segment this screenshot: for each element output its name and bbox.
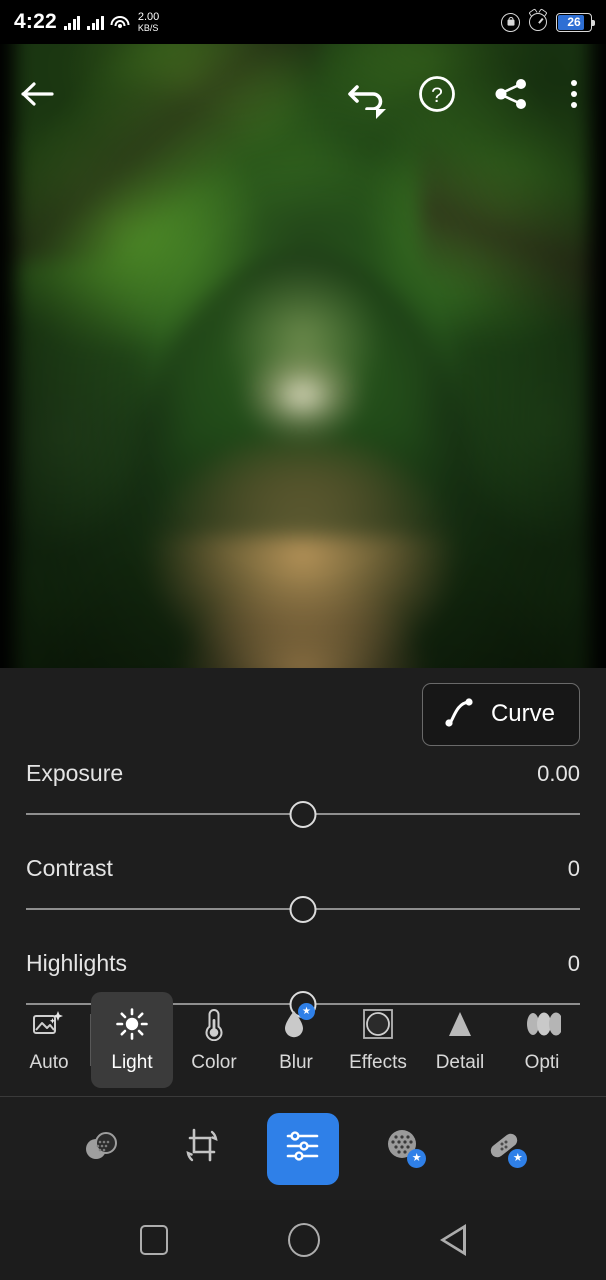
category-item-color[interactable]: Color: [173, 992, 255, 1088]
network-speed-unit: KB/S: [137, 22, 159, 33]
premium-star-badge: ★: [407, 1149, 427, 1168]
crop-icon: [182, 1126, 222, 1171]
thermometer-icon: [201, 1006, 227, 1042]
category-label: Light: [111, 1052, 153, 1073]
vignette-icon: [362, 1006, 394, 1042]
category-item-optics[interactable]: Opti: [501, 992, 583, 1088]
signal-bars-sim1-icon: [63, 15, 81, 30]
category-item-effects[interactable]: Effects: [337, 992, 419, 1088]
undo-icon[interactable]: [344, 71, 390, 119]
curve-button-label: Curve: [490, 700, 555, 727]
healing-button[interactable]: ★: [469, 1113, 541, 1185]
clock-label: 4:22: [14, 10, 57, 33]
network-speed-value: 2.00: [137, 10, 160, 23]
recents-square-icon[interactable]: [140, 1225, 168, 1255]
crop-button[interactable]: [166, 1113, 238, 1185]
slider-header: Contrast 0: [26, 855, 580, 882]
signal-bars-sim2-icon: [87, 15, 104, 30]
category-item-detail[interactable]: Detail: [419, 992, 501, 1088]
slider-value: 0: [567, 856, 580, 881]
home-circle-icon[interactable]: [288, 1223, 320, 1257]
category-item-light[interactable]: Light: [91, 992, 173, 1088]
share-icon[interactable]: [488, 71, 534, 117]
presets-icon: [80, 1127, 122, 1170]
tone-curve-icon: [443, 695, 475, 734]
category-item-auto[interactable]: Auto: [8, 992, 90, 1088]
curve-button[interactable]: Curve: [421, 682, 580, 746]
bottom-toolbar: ★ ★: [0, 1097, 606, 1200]
slider-label: Highlights: [26, 950, 127, 976]
battery-icon: 26: [556, 12, 595, 32]
status-bar-left: 4:22 2.00 KB/S: [14, 10, 159, 34]
category-label: Color: [191, 1052, 237, 1073]
masking-button[interactable]: ★: [368, 1113, 440, 1185]
back-triangle-icon[interactable]: [440, 1224, 466, 1256]
slider-label: Contrast: [26, 855, 113, 881]
edit-sliders-button[interactable]: [266, 1112, 339, 1185]
curve-row: Curve: [0, 668, 606, 760]
battery-percent-label: 26: [567, 15, 581, 29]
svg-text:?: ?: [431, 84, 443, 107]
slider-header: Highlights 0: [26, 950, 580, 977]
category-label: Blur: [279, 1052, 313, 1073]
category-label: Auto: [29, 1052, 69, 1073]
slider-track-area[interactable]: [26, 799, 580, 829]
slider-header: Exposure 0.00: [26, 760, 580, 787]
slider-value: 0.00: [537, 761, 580, 786]
network-speed: 2.00 KB/S: [137, 10, 160, 33]
edit-sliders-icon: [284, 1129, 322, 1168]
top-toolbar: ?: [0, 44, 606, 144]
premium-star-badge: ★: [508, 1149, 528, 1168]
slider-value: 0: [567, 951, 580, 976]
presets-button[interactable]: [65, 1113, 137, 1185]
undo-dropdown-caret-icon[interactable]: [376, 109, 386, 119]
status-bar-right: 26: [501, 12, 595, 32]
lock-icon: [501, 12, 520, 32]
slider-label: Exposure: [26, 760, 124, 786]
optics-lens-icon: [523, 1006, 561, 1042]
masking-icon: ★: [384, 1127, 427, 1170]
category-label: Detail: [435, 1052, 485, 1073]
sun-icon: [115, 1006, 149, 1042]
slider-exposure[interactable]: Exposure 0.00: [26, 760, 580, 829]
slider-contrast[interactable]: Contrast 0: [26, 855, 580, 924]
more-options-icon[interactable]: [560, 71, 588, 117]
auto-enhance-icon: [32, 1006, 66, 1042]
back-arrow-icon[interactable]: [18, 74, 58, 114]
slider-track-area[interactable]: [26, 894, 580, 924]
slider-thumb[interactable]: [289, 801, 317, 828]
alarm-icon: [529, 13, 547, 31]
slider-thumb[interactable]: [289, 896, 317, 923]
help-icon[interactable]: ?: [414, 71, 460, 117]
slider-list: Exposure 0.00 Contrast 0 Highlights 0: [0, 760, 606, 1019]
category-strip[interactable]: Auto Light Color ★ Blur Effects Detail O…: [0, 992, 606, 1096]
status-bar: 4:22 2.00 KB/S 26: [0, 0, 606, 44]
blur-droplet-icon: ★: [281, 1003, 315, 1042]
category-item-blur[interactable]: ★ Blur: [255, 992, 337, 1088]
healing-icon: ★: [485, 1127, 528, 1170]
premium-star-badge: ★: [298, 1003, 315, 1020]
android-nav-bar: [0, 1200, 606, 1280]
category-label: Opti: [524, 1052, 560, 1073]
detail-triangle-icon: [445, 1006, 475, 1042]
category-label: Effects: [349, 1052, 407, 1073]
wifi-icon: [110, 15, 130, 30]
